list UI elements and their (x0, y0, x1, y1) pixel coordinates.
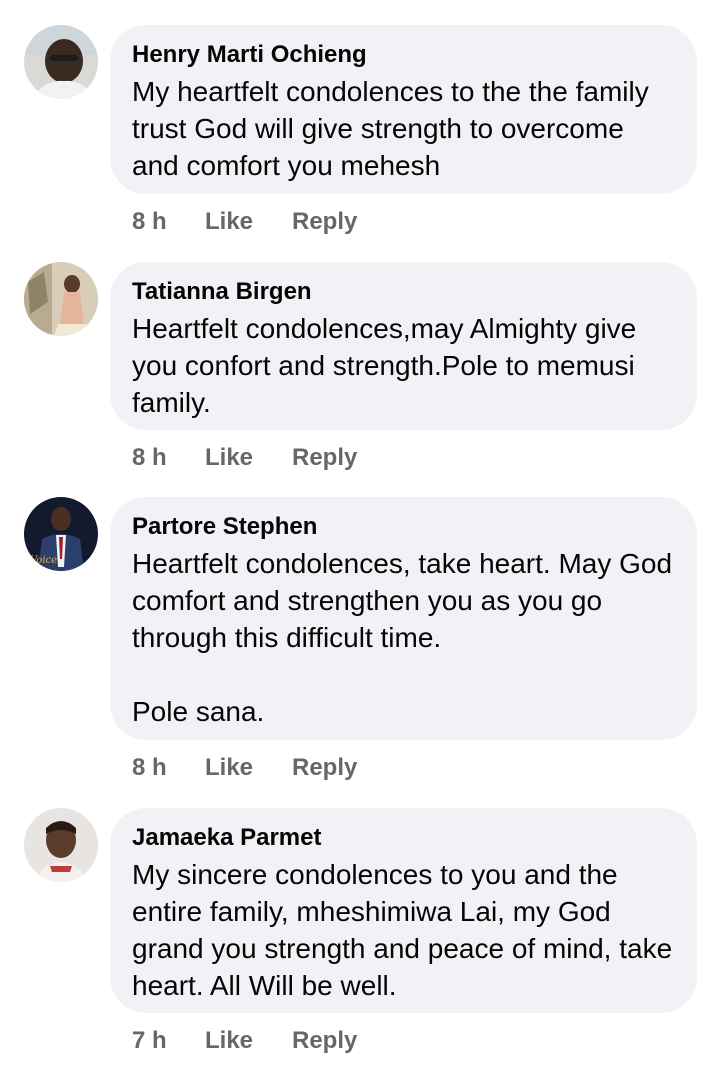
comment-text: Heartfelt condolences,may Almighty give … (132, 313, 637, 418)
comment-timestamp[interactable]: 8 h (132, 208, 205, 236)
comment-bubble: Henry Marti Ochieng My heartfelt condole… (110, 25, 697, 194)
comment-actions: 8 h Like Reply (132, 754, 357, 782)
comment-timestamp[interactable]: 7 h (132, 1027, 205, 1055)
comment-feed: Henry Marti Ochieng My heartfelt condole… (0, 0, 720, 1071)
comment-author[interactable]: Jamaeka Parmet (132, 824, 675, 852)
comment-author[interactable]: Partore Stephen (132, 513, 675, 541)
comment-timestamp[interactable]: 8 h (132, 754, 205, 782)
comment-author[interactable]: Tatianna Birgen (132, 278, 675, 306)
previous-reply-fragment (326, 0, 386, 4)
reply-button[interactable]: Reply (292, 754, 357, 782)
like-button[interactable]: Like (205, 1027, 292, 1055)
comment-text: My sincere condolences to you and the en… (132, 859, 673, 1001)
reply-button[interactable]: Reply (292, 1027, 357, 1055)
avatar[interactable] (24, 25, 98, 99)
comment-bubble: Jamaeka Parmet My sincere condolences to… (110, 808, 697, 1013)
comment-text: My heartfelt condolences to the the fami… (132, 76, 649, 181)
comment-bubble: Tatianna Birgen Heartfelt condolences,ma… (110, 262, 697, 430)
comment-text: Heartfelt condolences, take heart. May G… (132, 548, 673, 727)
comment-actions: 8 h Like Reply (132, 444, 357, 472)
comment-bubble: Partore Stephen Heartfelt condolences, t… (110, 497, 697, 740)
like-button[interactable]: Like (205, 444, 292, 472)
avatar[interactable]: Voice (24, 497, 98, 571)
like-button[interactable]: Like (205, 754, 292, 782)
avatar[interactable] (24, 808, 98, 882)
comment-author[interactable]: Henry Marti Ochieng (132, 41, 675, 69)
comment-actions: 7 h Like Reply (132, 1027, 357, 1055)
comment-timestamp[interactable]: 8 h (132, 444, 205, 472)
svg-text:Voice: Voice (30, 555, 57, 566)
comment-actions: 8 h Like Reply (132, 208, 357, 236)
avatar[interactable] (24, 262, 98, 336)
reply-button[interactable]: Reply (292, 444, 357, 472)
like-button[interactable]: Like (205, 208, 292, 236)
reply-button[interactable]: Reply (292, 208, 357, 236)
